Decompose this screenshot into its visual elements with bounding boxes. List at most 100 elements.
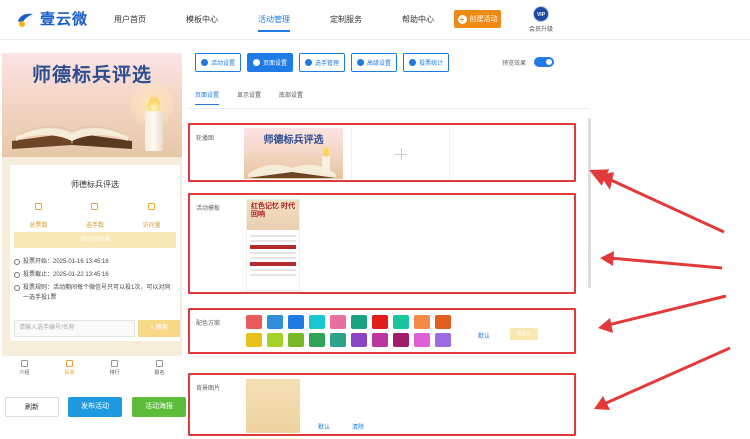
tab-vote[interactable]: 投票 bbox=[55, 356, 85, 382]
arrow bbox=[589, 169, 725, 234]
clock-icon bbox=[14, 259, 20, 265]
color-swatch[interactable] bbox=[351, 315, 367, 329]
stat-icon bbox=[91, 203, 99, 210]
search-button-label: 搜索 bbox=[155, 325, 168, 331]
nav-item[interactable]: 帮助中心 bbox=[402, 14, 434, 25]
activity-status-button[interactable]: 活动已结束 bbox=[14, 232, 176, 248]
vote-info-text: 投票规则：活动期间每个微信号只可以投1次，可以对同一选手投1票 bbox=[23, 285, 171, 301]
toolbar-button-label: 选手管理 bbox=[315, 61, 340, 67]
background-image[interactable] bbox=[246, 379, 300, 433]
color-swatch[interactable] bbox=[309, 333, 325, 347]
refresh-button[interactable]: 刷新 bbox=[5, 397, 59, 417]
color-swatch[interactable] bbox=[372, 315, 388, 329]
arrow bbox=[594, 346, 731, 410]
toolbar-button-label: 投票统计 bbox=[419, 61, 444, 67]
template-line bbox=[250, 235, 296, 237]
carousel-image[interactable]: 师德标兵评选 bbox=[244, 128, 343, 179]
logo[interactable]: 壹云微 bbox=[16, 8, 88, 29]
template-header: 红色记忆 时代回响 bbox=[247, 200, 299, 230]
color-swatch[interactable] bbox=[288, 333, 304, 347]
color-swatch[interactable] bbox=[330, 315, 346, 329]
divider bbox=[188, 108, 590, 109]
signup-icon bbox=[156, 360, 163, 367]
gear-icon bbox=[201, 59, 208, 66]
background-default-button[interactable]: 默认 bbox=[318, 422, 330, 431]
users-icon bbox=[305, 59, 313, 66]
toolbar-button[interactable]: 投票统计 bbox=[403, 53, 450, 72]
clock-icon bbox=[14, 285, 20, 291]
swatch-row bbox=[246, 315, 466, 329]
vote-info-row: 投票截止：2025-01-22 13:45:16 bbox=[14, 270, 176, 280]
stat-icon bbox=[34, 203, 42, 210]
vote-info-text: 投票截止：2025-01-22 13:45:16 bbox=[23, 272, 109, 278]
tab-ranking[interactable]: 排行 bbox=[100, 356, 130, 382]
tab-signup[interactable]: 报名 bbox=[145, 356, 175, 382]
background-section: 背景图片 默认 清除 bbox=[188, 373, 576, 436]
logo-icon bbox=[18, 13, 33, 27]
create-activity-label: 创建活动 bbox=[469, 16, 498, 23]
stat-value bbox=[70, 212, 120, 219]
color-swatch[interactable] bbox=[435, 315, 451, 329]
color-swatch[interactable] bbox=[414, 333, 430, 347]
stat-value bbox=[127, 212, 177, 219]
toolbar-button[interactable]: 高级设置 bbox=[351, 53, 398, 72]
nav-item[interactable]: 活动管理 bbox=[258, 14, 290, 32]
stats-row: 总票数 选手数 访问量 bbox=[10, 203, 180, 229]
subtab[interactable]: 底部设置 bbox=[279, 90, 303, 99]
stat-label: 总票数 bbox=[29, 223, 48, 229]
vip-upgrade[interactable]: VIP 会员升级 bbox=[526, 6, 556, 33]
publish-button[interactable]: 发布活动 bbox=[68, 397, 122, 417]
toolbar-button[interactable]: 选手管理 bbox=[299, 53, 346, 72]
color-swatch[interactable] bbox=[246, 333, 262, 347]
tab-info[interactable]: 介绍 bbox=[10, 356, 40, 382]
vote-info: 投票开始：2025-01-16 13:45:16 投票截止：2025-01-22 … bbox=[14, 257, 176, 306]
color-swatch[interactable] bbox=[267, 333, 283, 347]
preview-banner: 师德标兵评选 bbox=[2, 53, 182, 157]
color-swatch[interactable] bbox=[435, 333, 451, 347]
color-swatch[interactable] bbox=[330, 333, 346, 347]
create-activity-button[interactable]: + 创建活动 bbox=[454, 10, 501, 28]
color-swatch[interactable] bbox=[393, 315, 409, 329]
candle bbox=[145, 111, 163, 151]
preview-switch[interactable] bbox=[534, 57, 555, 67]
color-swatch[interactable] bbox=[351, 333, 367, 347]
color-default-button[interactable]: 默认 bbox=[478, 331, 490, 340]
color-swatch[interactable] bbox=[372, 333, 388, 347]
nav-item[interactable]: 用户首页 bbox=[114, 14, 146, 25]
color-swatch[interactable] bbox=[414, 315, 430, 329]
vote-info-row: 投票开始：2025-01-16 13:45:16 bbox=[14, 257, 176, 267]
color-custom-button[interactable]: 自定义 bbox=[510, 328, 538, 340]
toolbar-button[interactable]: 页面设置 bbox=[247, 53, 294, 72]
poster-button[interactable]: 活动海报 bbox=[132, 397, 186, 417]
template-thumbnail[interactable]: 红色记忆 时代回响 bbox=[246, 199, 300, 291]
activity-title: 师德标兵评选 bbox=[71, 180, 119, 189]
subtab[interactable]: 页面设置 bbox=[195, 90, 220, 105]
search-input[interactable]: 请输入选手编号/名称 bbox=[14, 320, 135, 337]
preview-actions: 刷新 发布活动 活动海报 bbox=[5, 397, 186, 417]
template-line bbox=[250, 269, 296, 271]
tab-label: 排行 bbox=[109, 370, 120, 376]
color-swatch[interactable] bbox=[393, 333, 409, 347]
scrollbar[interactable] bbox=[588, 118, 591, 288]
color-swatch[interactable] bbox=[309, 315, 325, 329]
color-scheme-label: 配色方案 bbox=[196, 321, 221, 327]
background-clear-button[interactable]: 清除 bbox=[352, 422, 364, 431]
subtab[interactable]: 显示设置 bbox=[237, 90, 261, 99]
tab-label: 报名 bbox=[154, 370, 165, 376]
color-swatch[interactable] bbox=[246, 315, 262, 329]
toolbar-button[interactable]: 活动设置 bbox=[195, 53, 242, 72]
stat-value bbox=[13, 212, 63, 219]
nav-item[interactable]: 模板中心 bbox=[186, 14, 218, 25]
toolbar-button-label: 页面设置 bbox=[263, 61, 288, 67]
template-section: 活动模板 红色记忆 时代回响 bbox=[188, 193, 576, 294]
template-line bbox=[250, 274, 296, 276]
template-line bbox=[250, 240, 296, 242]
color-swatch[interactable] bbox=[267, 315, 283, 329]
stat-item: 选手数 bbox=[70, 203, 120, 229]
stat-item: 访问量 bbox=[127, 203, 177, 229]
nav-item[interactable]: 定制服务 bbox=[330, 14, 362, 25]
search-button[interactable]: ⌕ 搜索 bbox=[138, 320, 180, 337]
add-carousel-image-button[interactable] bbox=[351, 128, 450, 179]
settings-toolbar: 活动设置 页面设置 选手管理 高级设置 投票统计 bbox=[195, 53, 455, 72]
color-swatch[interactable] bbox=[288, 315, 304, 329]
